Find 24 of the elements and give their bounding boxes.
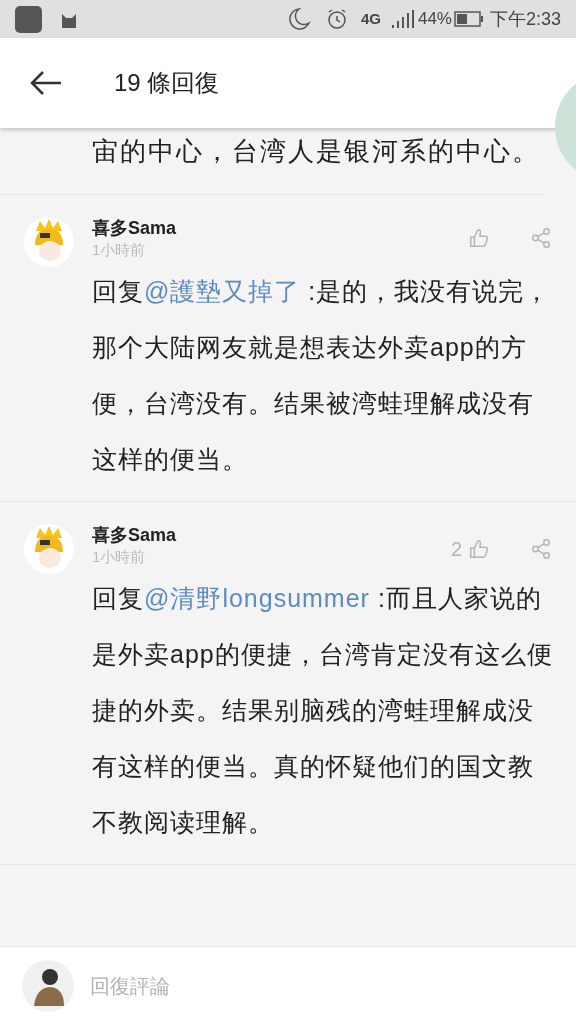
user-avatar-icon[interactable] — [22, 959, 74, 1012]
app-icon — [15, 5, 42, 33]
like-count: 2 — [450, 537, 462, 562]
moon-icon — [286, 6, 313, 32]
back-arrow-icon — [29, 69, 63, 97]
share-icon[interactable] — [530, 538, 552, 560]
author-name[interactable]: 喜多Sama — [92, 524, 451, 546]
avatar-icon — [24, 217, 74, 267]
author-name[interactable]: 喜多Sama — [92, 217, 468, 239]
battery-percent: 44% — [417, 8, 452, 31]
comment-text: 回复@護墊又掉了 :是的，我没有说完，那个大陆网友就是想表达外卖app的方便，台湾没有。结果被湾蛙理解成没有这样的便当。 — [92, 276, 552, 475]
avatar-icon — [24, 524, 74, 574]
header-title: 19 條回復 — [114, 68, 220, 98]
thumbs-up-icon[interactable] — [468, 538, 490, 560]
battery-icon — [453, 10, 484, 28]
thumbs-up-icon[interactable] — [468, 227, 490, 249]
comment-text: 回复@清野longsummer :而且人家说的是外卖app的便捷，台湾肯定没有这么便捷的外卖。结果别脑残的湾蛙理解成没有这样的便当。真的怀疑他们的国文教不教阅读理解。 — [92, 583, 554, 838]
reply-bar[interactable]: 回復評論 — [0, 946, 576, 1024]
comment-text: 宙的中心，台湾人是银河系的中心。 — [0, 128, 544, 195]
clock-time: 下午2:33 — [489, 7, 561, 31]
share-icon[interactable] — [530, 227, 552, 249]
network-type: 4G — [360, 8, 381, 29]
reply-input-field[interactable]: 回復評論 — [90, 970, 576, 1001]
signal-icon — [390, 9, 415, 29]
